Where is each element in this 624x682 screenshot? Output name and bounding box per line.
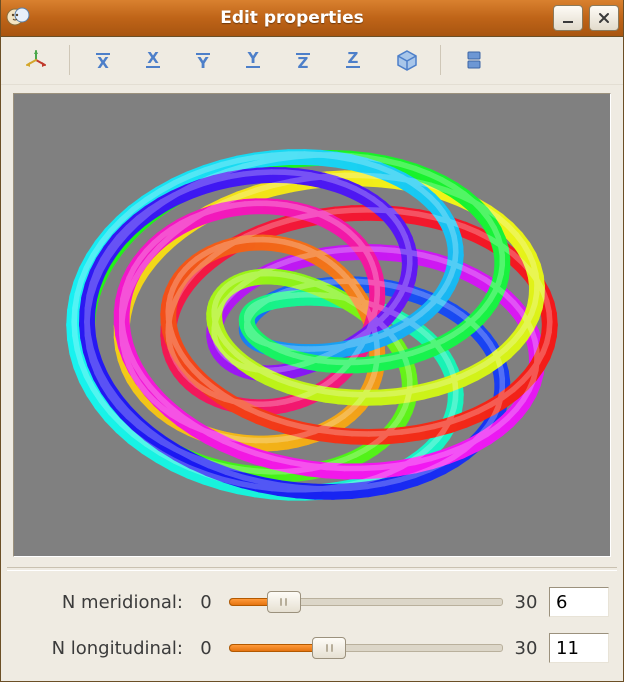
meridional-min: 0	[191, 592, 221, 613]
edit-properties-window: Edit properties X X Y	[0, 0, 624, 682]
view-toolbar: X X Y Y Z Z	[1, 37, 623, 86]
layout-options-button[interactable]	[453, 43, 495, 77]
window-title: Edit properties	[37, 8, 547, 28]
3d-viewport[interactable]	[13, 93, 611, 557]
meridional-max: 30	[511, 592, 541, 613]
meridional-label: N meridional:	[15, 592, 183, 613]
longitudinal-max: 30	[511, 638, 541, 659]
param-row-meridional: N meridional: 0 30	[15, 579, 609, 625]
minimize-button[interactable]	[553, 5, 583, 31]
close-button[interactable]	[589, 5, 619, 31]
isometric-view-button[interactable]	[386, 43, 428, 77]
title-bar[interactable]: Edit properties	[1, 0, 623, 37]
parameter-panel: N meridional: 0 30 N longitudinal: 0 30	[1, 579, 623, 681]
toolbar-separator	[69, 45, 70, 75]
toolbar-separator	[440, 45, 441, 75]
view-y-neg-button[interactable]: Y	[232, 43, 274, 77]
view-y-pos-button[interactable]: Y	[182, 43, 224, 77]
longitudinal-slider[interactable]	[229, 637, 503, 659]
view-x-neg-button[interactable]: X	[132, 43, 174, 77]
view-z-pos-button[interactable]: Z	[282, 43, 324, 77]
divider	[7, 567, 617, 571]
longitudinal-value-input[interactable]	[549, 633, 609, 663]
longitudinal-min: 0	[191, 638, 221, 659]
meridional-slider[interactable]	[229, 591, 503, 613]
view-z-neg-button[interactable]: Z	[332, 43, 374, 77]
axes-3d-icon[interactable]	[15, 43, 57, 77]
param-row-longitudinal: N longitudinal: 0 30	[15, 625, 609, 671]
meridional-value-input[interactable]	[549, 587, 609, 617]
longitudinal-label: N longitudinal:	[15, 638, 183, 659]
view-x-pos-button[interactable]: X	[82, 43, 124, 77]
app-icon	[5, 5, 31, 31]
